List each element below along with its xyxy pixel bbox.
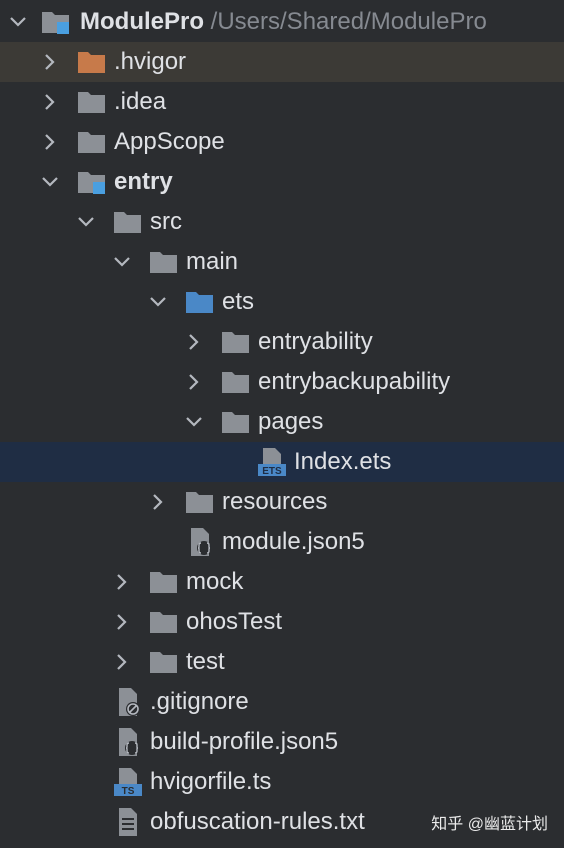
tree-row-ets[interactable]: ets [0, 282, 564, 322]
tree-row-pages[interactable]: pages [0, 402, 564, 442]
tree-row-appscope[interactable]: AppScope [0, 122, 564, 162]
tree-row-label: Index.ets [294, 448, 392, 475]
tree-row-label: AppScope [114, 128, 225, 155]
tree-row-label: ohosTest [186, 608, 283, 635]
folder-icon [148, 562, 180, 602]
json-file-icon [184, 522, 216, 562]
chevron-down-icon[interactable] [6, 2, 30, 42]
tree-row-main[interactable]: main [0, 242, 564, 282]
text-file-icon [112, 802, 144, 842]
tree-row-label: module.json5 [222, 528, 365, 555]
tree-row-resources[interactable]: resources [0, 482, 564, 522]
folder-icon [76, 122, 108, 162]
tree-row-label: entrybackupability [258, 368, 451, 395]
module-folder-icon [40, 2, 72, 42]
tree-row-mock[interactable]: mock [0, 562, 564, 602]
tree-row-hvigorfile-ts[interactable]: TS hvigorfile.ts [0, 762, 564, 802]
folder-icon [148, 242, 180, 282]
folder-icon [148, 642, 180, 682]
tree-row-label: entryability [258, 328, 373, 355]
tree-row-index-ets[interactable]: ETS Index.ets [0, 442, 564, 482]
tree-row-label: .hvigor [114, 48, 187, 75]
tree-row-label: .gitignore [150, 688, 249, 715]
chevron-down-icon[interactable] [182, 402, 206, 442]
folder-icon [220, 362, 252, 402]
ets-badge-text: ETS [262, 466, 282, 477]
tree-row-entryability[interactable]: entryability [0, 322, 564, 362]
chevron-right-icon[interactable] [182, 362, 206, 402]
chevron-down-icon[interactable] [146, 282, 170, 322]
folder-icon [76, 82, 108, 122]
tree-row-label: pages [258, 408, 324, 435]
excluded-folder-icon [76, 42, 108, 82]
chevron-right-icon[interactable] [110, 562, 134, 602]
chevron-right-icon[interactable] [110, 642, 134, 682]
ets-file-icon: ETS [256, 442, 288, 482]
tree-row-build-profile-json5[interactable]: build-profile.json5 [0, 722, 564, 762]
tree-row-label: mock [186, 568, 244, 595]
tree-row-entry[interactable]: entry [0, 162, 564, 202]
chevron-right-icon[interactable] [110, 602, 134, 642]
tree-row-idea[interactable]: .idea [0, 82, 564, 122]
tree-row-label: ets [222, 288, 255, 315]
tree-row-label: build-profile.json5 [150, 728, 339, 755]
tree-row-ohostest[interactable]: ohosTest [0, 602, 564, 642]
ts-file-icon: TS [112, 762, 144, 802]
json-file-icon [112, 722, 144, 762]
ignore-file-icon [112, 682, 144, 722]
module-folder-icon [76, 162, 108, 202]
folder-icon [148, 602, 180, 642]
chevron-right-icon[interactable] [38, 42, 62, 82]
folder-icon [220, 322, 252, 362]
folder-icon [220, 402, 252, 442]
project-name: ModulePro [80, 8, 204, 35]
tree-row-gitignore[interactable]: .gitignore [0, 682, 564, 722]
folder-icon [112, 202, 144, 242]
chevron-down-icon[interactable] [38, 162, 62, 202]
tree-row-label: .idea [114, 88, 167, 115]
tree-row-hvigor[interactable]: .hvigor [0, 42, 564, 82]
project-path: /Users/Shared/ModulePro [210, 8, 487, 35]
tree-row-label: test [186, 648, 225, 675]
tree-row-modulepro[interactable]: ModulePro /Users/Shared/ModulePro [0, 2, 564, 42]
chevron-down-icon[interactable] [110, 242, 134, 282]
tree-row-test[interactable]: test [0, 642, 564, 682]
chevron-right-icon[interactable] [38, 122, 62, 162]
tree-row-label: resources [222, 488, 328, 515]
tree-row-entrybackupability[interactable]: entrybackupability [0, 362, 564, 402]
chevron-right-icon[interactable] [182, 322, 206, 362]
tree-row-label: obfuscation-rules.txt [150, 808, 365, 835]
ts-badge-text: TS [122, 786, 135, 797]
chevron-down-icon[interactable] [74, 202, 98, 242]
tree-row-label: main [186, 248, 239, 275]
watermark: 知乎 @幽蓝计划 [431, 816, 548, 833]
tree-row-label: src [150, 208, 182, 235]
tree-row-module-json5[interactable]: module.json5 [0, 522, 564, 562]
tree-row-label: entry [114, 168, 173, 195]
source-folder-icon [184, 282, 216, 322]
project-tree: ModulePro /Users/Shared/ModulePro .hvigo… [0, 0, 564, 848]
chevron-right-icon[interactable] [38, 82, 62, 122]
folder-icon [184, 482, 216, 522]
tree-row-src[interactable]: src [0, 202, 564, 242]
chevron-right-icon[interactable] [146, 482, 170, 522]
tree-row-label: hvigorfile.ts [150, 768, 272, 795]
